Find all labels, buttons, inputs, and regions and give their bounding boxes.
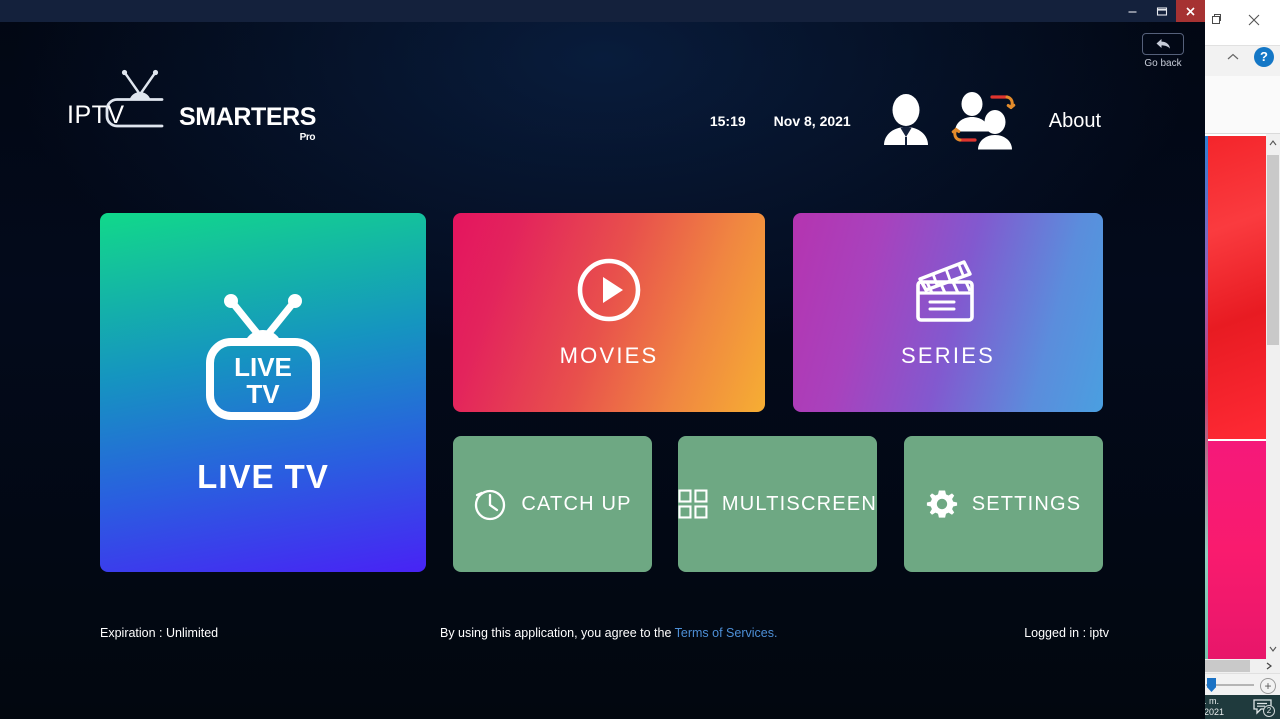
scroll-down-icon[interactable]	[1267, 642, 1279, 656]
clock-date: Nov 8, 2021	[773, 113, 851, 129]
restore-button[interactable]	[1147, 0, 1176, 22]
taskbar-clock[interactable]: . m. 2021	[1204, 696, 1224, 718]
restore-icon[interactable]	[1210, 13, 1222, 25]
clock-time: 15:19	[709, 113, 746, 129]
clapperboard-icon	[916, 259, 974, 322]
scroll-right-icon[interactable]	[1262, 660, 1276, 672]
photo-pink	[1208, 441, 1266, 659]
play-circle-icon	[577, 258, 641, 321]
about-button[interactable]: About	[1049, 110, 1101, 133]
taskbar: . m. 2021 2	[1200, 695, 1280, 719]
tile-series[interactable]: SERIES	[793, 213, 1103, 412]
go-back-button[interactable]: Go back	[1131, 33, 1195, 75]
terms-prefix: By using this application, you agree to …	[440, 626, 675, 640]
scroll-up-icon[interactable]	[1267, 136, 1279, 150]
back-arrow-icon	[1156, 39, 1170, 49]
screen-root: ? + . m. 2021 2 Go back IPTV SMARTERS Pr…	[0, 0, 1280, 719]
tile-movies-label: MOVIES	[559, 342, 659, 368]
tile-movies[interactable]: MOVIES	[453, 213, 765, 412]
minimize-icon	[1128, 10, 1137, 13]
taskbar-clock-date: 2021	[1204, 707, 1225, 717]
svg-text:TV: TV	[246, 379, 280, 409]
restore-icon	[1156, 6, 1167, 16]
close-icon	[1186, 6, 1195, 16]
logo-iptv-text: IPTV	[67, 101, 125, 129]
clock-icon	[475, 489, 506, 521]
zoom-in-button[interactable]: +	[1260, 678, 1276, 694]
tile-multiscreen[interactable]: MULTISCREEN	[678, 436, 877, 572]
expiration-text: Expiration : Unlimited	[100, 626, 219, 640]
tile-live-tv[interactable]: LIVE TV LIVE TV	[100, 213, 426, 572]
logo-pro-text: Pro	[299, 132, 316, 143]
tile-settings-label: SETTINGS	[971, 492, 1082, 515]
background-window-ribbon	[1200, 76, 1280, 134]
switch-user-icon[interactable]	[951, 92, 1017, 150]
go-back-label: Go back	[1144, 58, 1182, 69]
logo-wordmark: IPTV SMARTERS Pro	[67, 103, 317, 143]
user-profile-icon[interactable]	[881, 93, 931, 149]
close-button[interactable]	[1176, 0, 1205, 22]
tile-catch-up-label: CATCH UP	[521, 492, 632, 515]
notification-badge: 2	[1263, 705, 1275, 717]
svg-text:LIVE: LIVE	[234, 352, 292, 382]
terms-of-services-link[interactable]: Terms of Services.	[675, 626, 778, 640]
grid-icon	[678, 489, 708, 519]
chevron-up-icon[interactable]	[1226, 52, 1240, 62]
tile-multiscreen-label: MULTISCREEN	[721, 492, 877, 515]
photo-red	[1208, 136, 1266, 439]
help-button[interactable]: ?	[1254, 47, 1274, 67]
iptv-smarters-app-window: Go back IPTV SMARTERS Pro 15:19 Nov 8, 2…	[0, 0, 1205, 719]
horizontal-scrollbar-thumb[interactable]	[1200, 660, 1250, 672]
gear-icon	[926, 490, 957, 518]
tile-series-label: SERIES	[901, 342, 995, 368]
tile-settings[interactable]: SETTINGS	[904, 436, 1103, 572]
live-tv-icon: LIVE TV	[206, 293, 320, 420]
top-bar: 15:19 Nov 8, 2021 About	[710, 92, 1101, 150]
close-icon[interactable]	[1246, 12, 1262, 28]
minimize-button[interactable]	[1118, 0, 1147, 22]
tile-live-tv-label: LIVE TV	[197, 457, 329, 495]
taskbar-clock-time: . m.	[1204, 696, 1219, 706]
tile-catch-up[interactable]: CATCH UP	[453, 436, 652, 572]
app-titlebar	[0, 0, 1205, 22]
vertical-scrollbar-thumb[interactable]	[1267, 155, 1279, 345]
go-back-box	[1142, 33, 1184, 55]
logo-smarters-text: SMARTERS	[179, 103, 317, 131]
terms-text: By using this application, you agree to …	[440, 626, 777, 640]
logged-in-text: Logged in : iptv	[1024, 626, 1109, 640]
app-logo: IPTV SMARTERS Pro	[67, 68, 317, 143]
background-window: ? +	[1200, 0, 1280, 719]
